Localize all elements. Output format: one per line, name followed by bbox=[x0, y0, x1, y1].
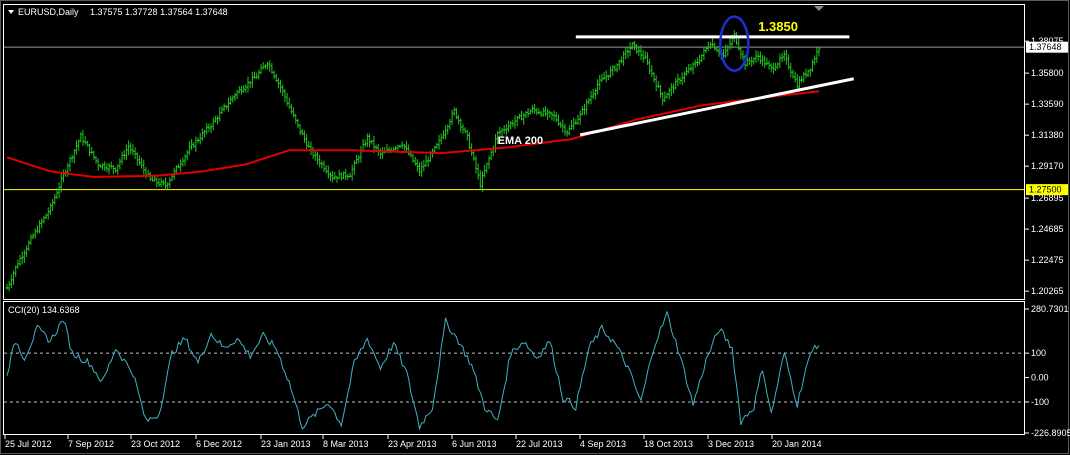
price-tick-label: 1.29170 bbox=[1031, 161, 1064, 171]
current-price-value: 1.37648 bbox=[1029, 42, 1062, 52]
cci-tick-label: 100 bbox=[1031, 348, 1046, 358]
price-tick-label: 1.22475 bbox=[1031, 255, 1064, 265]
time-tick-label: 4 Sep 2013 bbox=[580, 439, 626, 449]
time-tick-label: 20 Jan 2014 bbox=[772, 439, 822, 449]
cci-tick-label: -226.8905 bbox=[1031, 428, 1070, 438]
resistance-label: 1.3850 bbox=[758, 19, 798, 34]
time-axis: 25 Jul 2012 7 Sep 2012 23 Oct 2012 6 Dec 20… bbox=[4, 435, 822, 449]
time-tick-label: 23 Apr 2013 bbox=[388, 439, 437, 449]
time-tick-label: 22 Jul 2013 bbox=[516, 439, 563, 449]
support-price-value: 1.27500 bbox=[1029, 185, 1062, 195]
time-tick-label: 6 Jun 2013 bbox=[452, 439, 497, 449]
cci-axis: 280.7301 100 0.00 -100 -226.8905 bbox=[1025, 304, 1070, 438]
time-tick-label: 23 Oct 2012 bbox=[131, 439, 180, 449]
price-tick-label: 1.31380 bbox=[1031, 130, 1064, 140]
price-tick-label: 1.35800 bbox=[1031, 68, 1064, 78]
price-axis: 1.380751.358001.335901.313801.291701.268… bbox=[1025, 36, 1064, 296]
ema-label: EMA 200 bbox=[498, 135, 543, 147]
time-tick-label: 7 Sep 2012 bbox=[68, 439, 114, 449]
price-tick-label: 1.33590 bbox=[1031, 99, 1064, 109]
price-tick-label: 1.20265 bbox=[1031, 286, 1064, 296]
main-pane-frame bbox=[3, 4, 1025, 300]
time-tick-label: 6 Dec 2012 bbox=[196, 439, 242, 449]
time-tick-label: 25 Jul 2012 bbox=[5, 439, 52, 449]
cci-tick-label: 280.7301 bbox=[1031, 304, 1069, 314]
time-tick-label: 8 Mar 2013 bbox=[323, 439, 369, 449]
cci-tick-label: -100 bbox=[1031, 397, 1049, 407]
trading-chart: 1.380751.358001.335901.313801.291701.268… bbox=[0, 0, 1070, 454]
cci-tick-label: 0.00 bbox=[1031, 373, 1049, 383]
cci-pane-frame bbox=[3, 301, 1025, 435]
symbol-label: EURUSD,Daily bbox=[18, 7, 79, 17]
cci-title: CCI(20) 134.6368 bbox=[8, 305, 80, 315]
time-tick-label: 18 Oct 2013 bbox=[644, 439, 693, 449]
time-tick-label: 3 Dec 2013 bbox=[708, 439, 754, 449]
time-tick-label: 23 Jan 2013 bbox=[261, 439, 311, 449]
ohlc-values: 1.37575 1.37728 1.37564 1.37648 bbox=[90, 7, 228, 17]
price-tick-label: 1.24685 bbox=[1031, 224, 1064, 234]
